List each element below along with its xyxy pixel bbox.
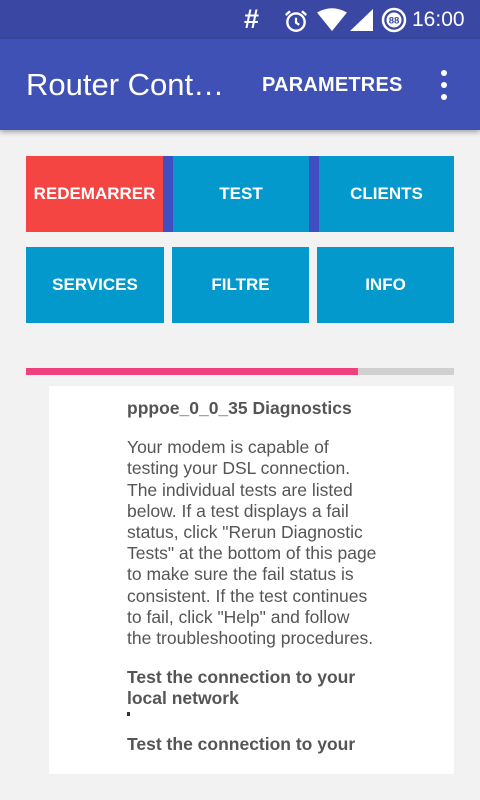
list-bullet bbox=[127, 711, 130, 716]
button-divider bbox=[163, 156, 173, 232]
progress-fill bbox=[26, 368, 359, 375]
local-network-heading: Test the connection to your local networ… bbox=[127, 667, 356, 709]
restart-button[interactable]: REDEMARRER bbox=[26, 156, 163, 232]
diagnostics-heading: pppoe_0_0_35 Diagnostics bbox=[127, 398, 352, 418]
filter-button[interactable]: FILTRE bbox=[172, 247, 309, 323]
button-divider bbox=[309, 156, 319, 232]
test-button[interactable]: TEST bbox=[173, 156, 309, 232]
more-vert-icon[interactable] bbox=[433, 67, 455, 103]
clients-button[interactable]: CLIENTS bbox=[319, 156, 454, 232]
diagnostics-description: Your modem is capable of testing your DS… bbox=[127, 437, 377, 649]
alarm-icon bbox=[284, 10, 308, 32]
loading-progress-bar bbox=[26, 368, 454, 375]
data-saver-icon: 88 bbox=[381, 7, 407, 33]
wifi-icon bbox=[317, 8, 347, 31]
app-bar: Router Cont… PARAMETRES bbox=[0, 39, 480, 130]
webview-content[interactable]: pppoe_0_0_35 Diagnostics Your modem is c… bbox=[49, 386, 454, 774]
status-bar: # 88 16:00 bbox=[0, 0, 480, 39]
app-title: Router Cont… bbox=[26, 67, 225, 102]
badge-text: 88 bbox=[389, 16, 400, 27]
info-button[interactable]: INFO bbox=[317, 247, 454, 323]
clock-time: 16:00 bbox=[412, 8, 465, 31]
services-button[interactable]: SERVICES bbox=[26, 247, 164, 323]
signal-icon bbox=[350, 9, 373, 31]
network-symbol: # bbox=[244, 4, 260, 34]
parametres-button[interactable]: PARAMETRES bbox=[262, 72, 403, 98]
connection-test-heading: Test the connection to your bbox=[127, 733, 356, 754]
